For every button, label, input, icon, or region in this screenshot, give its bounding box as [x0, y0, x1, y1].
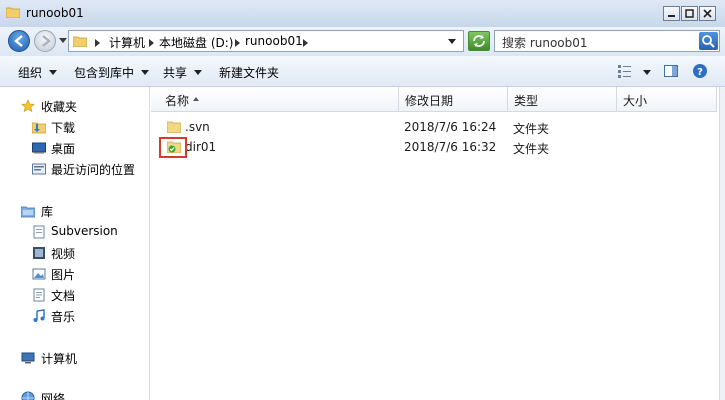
downloads-folder-icon: [32, 122, 46, 134]
vertical-scrollbar[interactable]: [719, 87, 725, 400]
column-header-label: 大小: [623, 94, 648, 108]
include-in-library-menu[interactable]: 包含到库中: [74, 64, 150, 81]
sidebar-item-label: 视频: [51, 247, 76, 261]
music-icon: [33, 309, 45, 322]
title-bar: runoob01: [0, 0, 725, 28]
column-header-modified[interactable]: 修改日期: [399, 87, 508, 112]
recent-places-icon: [32, 163, 46, 175]
sidebar-item-label: 收藏夹: [41, 100, 78, 114]
crumb-separator-icon[interactable]: [149, 39, 154, 47]
address-row: 计算机 本地磁盘 (D:) runoob01 搜索 runoob01: [0, 27, 725, 56]
highlight-box: [159, 137, 187, 158]
desktop-icon: [32, 142, 46, 154]
sidebar-item-label: 桌面: [51, 142, 76, 156]
explorer-window: runoob01 计算机 本地磁盘 (D:) runoob01 搜索 runoo…: [0, 0, 725, 400]
search-icon: [702, 35, 715, 48]
folder-icon: [6, 7, 20, 18]
network-icon: [21, 391, 35, 400]
file-modified: 2018/7/6 16:24: [404, 120, 497, 134]
chevron-down-icon: [49, 70, 58, 75]
sidebar-item-label: 文档: [51, 289, 76, 303]
navigation-pane: 收藏夹 下载 桌面 最近访问的位置 库 Subversion 视频 图片 文档 …: [0, 87, 150, 400]
refresh-icon: [473, 35, 485, 47]
chevron-down-icon: [194, 70, 203, 75]
svg-text:?: ?: [697, 67, 703, 78]
crumb-drive[interactable]: 本地磁盘 (D:): [159, 34, 233, 51]
close-icon: [703, 9, 712, 18]
help-icon[interactable]: ?: [692, 63, 708, 79]
table-row[interactable]: .svn 2018/7/6 16:24 文件夹: [151, 117, 719, 137]
close-button[interactable]: [699, 6, 716, 21]
view-options-icon[interactable]: [617, 63, 633, 79]
recent-pages-dropdown[interactable]: [59, 38, 67, 43]
organize-label: 组织: [18, 66, 43, 80]
sidebar-item-label: Subversion: [51, 224, 118, 238]
sidebar-item-label: 网络: [41, 392, 66, 400]
file-name: dir01: [185, 140, 217, 154]
video-icon: [33, 247, 45, 259]
address-bar[interactable]: 计算机 本地磁盘 (D:) runoob01: [68, 30, 464, 52]
star-icon: [21, 99, 35, 113]
minimize-icon: [668, 15, 675, 17]
back-button[interactable]: [8, 30, 30, 52]
sidebar-item-label: 音乐: [51, 310, 76, 324]
sidebar-item-label: 最近访问的位置: [51, 163, 136, 177]
file-modified: 2018/7/6 16:32: [404, 140, 497, 154]
libraries-icon: [21, 206, 35, 218]
documents-icon: [33, 288, 45, 302]
window-title: runoob01: [26, 6, 84, 20]
column-header-name[interactable]: 名称: [151, 87, 399, 112]
file-list: 名称 修改日期 类型 大小 .svn 2018/7/6 16:24 文件夹 di…: [151, 87, 719, 400]
minimize-button[interactable]: [663, 6, 680, 21]
arrow-left-icon: [14, 35, 23, 47]
crumb-separator-icon[interactable]: [235, 39, 240, 47]
computer-icon: [21, 352, 35, 364]
arrow-right-icon: [42, 35, 51, 47]
maximize-button[interactable]: [681, 6, 698, 21]
chevron-down-icon: [141, 70, 150, 75]
address-history-dropdown[interactable]: [448, 39, 456, 44]
table-row[interactable]: dir01 2018/7/6 16:32 文件夹: [151, 137, 719, 157]
share-label: 共享: [163, 66, 188, 80]
include-in-library-label: 包含到库中: [74, 66, 135, 80]
new-folder-button[interactable]: 新建文件夹: [219, 64, 279, 81]
column-header-label: 类型: [514, 94, 539, 108]
share-menu[interactable]: 共享: [163, 64, 203, 81]
search-placeholder: 搜索 runoob01: [502, 36, 588, 50]
crumb-folder[interactable]: runoob01: [245, 34, 303, 48]
refresh-button[interactable]: [468, 31, 490, 51]
forward-button[interactable]: [34, 30, 56, 52]
crumb-computer[interactable]: 计算机: [109, 34, 145, 51]
file-name: .svn: [185, 120, 210, 134]
sort-ascending-icon: [193, 97, 199, 101]
search-input[interactable]: 搜索 runoob01: [494, 30, 720, 52]
sidebar-item-label: 库: [41, 205, 54, 219]
column-header-size[interactable]: 大小: [617, 87, 717, 112]
library-document-icon: [33, 225, 45, 239]
view-dropdown-icon[interactable]: [643, 70, 651, 75]
file-type: 文件夹: [513, 122, 550, 136]
preview-pane-icon[interactable]: [663, 63, 679, 79]
folder-icon: [73, 36, 87, 47]
maximize-icon: [685, 9, 694, 18]
crumb-separator-icon[interactable]: [303, 39, 308, 47]
column-header-label: 修改日期: [405, 94, 454, 108]
organize-menu[interactable]: 组织: [18, 64, 58, 81]
file-type: 文件夹: [513, 142, 550, 156]
crumb-separator-icon[interactable]: [95, 39, 100, 47]
column-header-label: 名称: [165, 94, 190, 108]
folder-icon: [167, 121, 181, 133]
pictures-icon: [32, 268, 46, 280]
sidebar-item-label: 下载: [51, 121, 76, 135]
command-bar: 组织 包含到库中 共享 新建文件夹 ?: [0, 56, 725, 87]
sidebar-item-label: 计算机: [41, 352, 78, 366]
search-button[interactable]: [699, 32, 718, 50]
column-header-type[interactable]: 类型: [508, 87, 617, 112]
sidebar-item-label: 图片: [51, 268, 76, 282]
